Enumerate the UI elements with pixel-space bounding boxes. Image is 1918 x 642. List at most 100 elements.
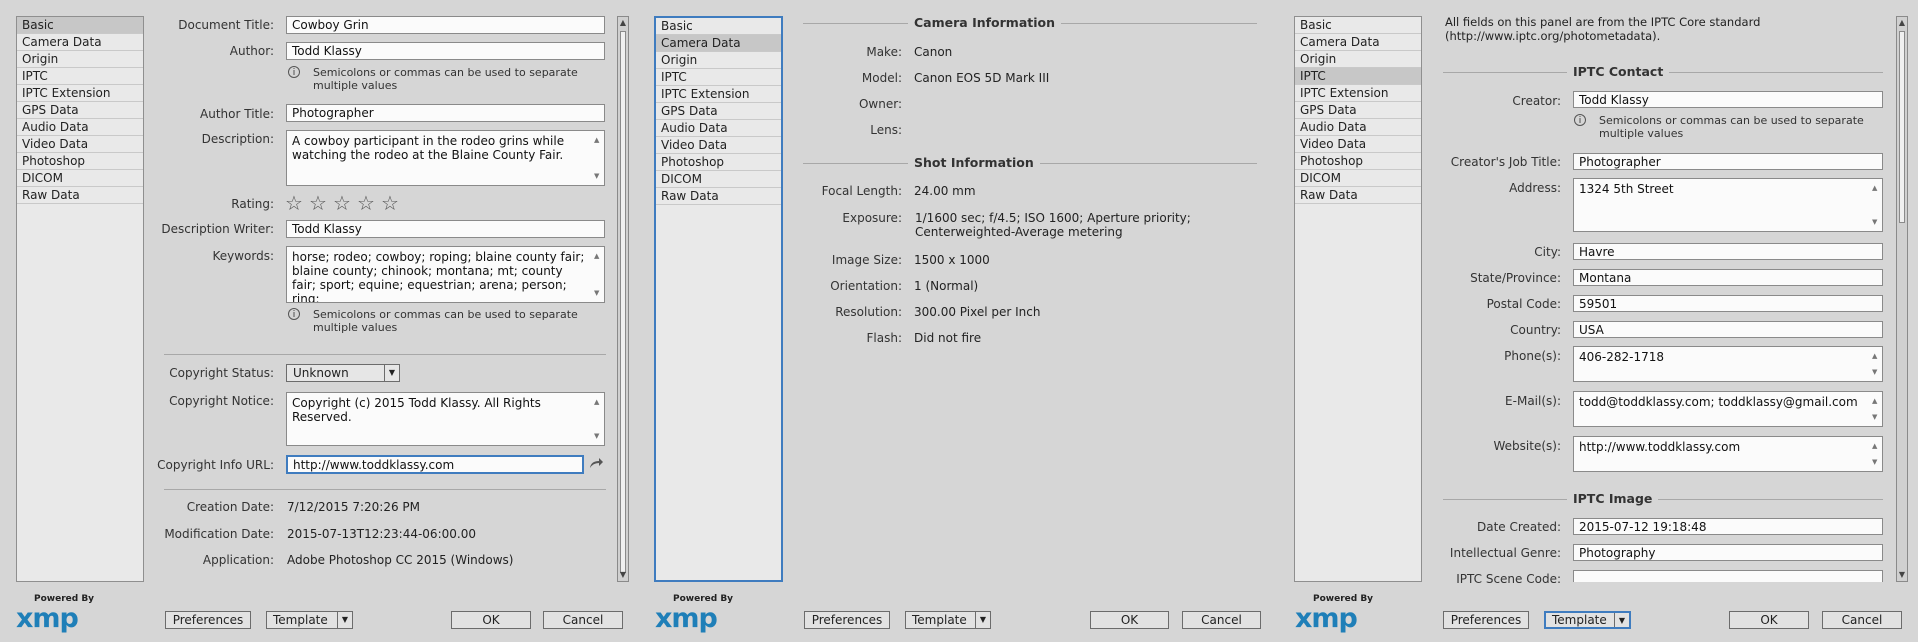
- nav-item-audio-data[interactable]: Audio Data: [17, 119, 143, 136]
- nav-item-dicom[interactable]: DICOM: [1295, 170, 1421, 187]
- ok-button[interactable]: OK: [1729, 611, 1809, 629]
- keywords-label: Keywords:: [212, 249, 274, 263]
- country-field[interactable]: USA: [1573, 321, 1883, 338]
- copyright-status-label: Copyright Status:: [169, 366, 274, 380]
- scroll-up-icon[interactable]: ▲: [1897, 17, 1907, 29]
- creator-field[interactable]: Todd Klassy: [1573, 91, 1883, 108]
- city-field[interactable]: Havre: [1573, 243, 1883, 260]
- date-created-field[interactable]: 2015-07-12 19:18:48: [1573, 518, 1883, 535]
- copyright-notice-scrollbar[interactable]: ▲ ▼: [590, 393, 604, 445]
- nav-item-camera-data[interactable]: Camera Data: [656, 35, 781, 52]
- ok-button[interactable]: OK: [1090, 611, 1169, 629]
- address-field[interactable]: 1324 5th Street ▲ ▼: [1573, 178, 1883, 232]
- preferences-button[interactable]: Preferences: [804, 611, 890, 629]
- nav-item-iptc[interactable]: IPTC: [656, 69, 781, 86]
- copyright-url-field[interactable]: http://www.toddklassy.com: [286, 455, 584, 474]
- website-field[interactable]: http://www.toddklassy.com ▲ ▼: [1573, 436, 1883, 472]
- creation-date-value: 7/12/2015 7:20:26 PM: [287, 500, 421, 514]
- nav-item-gps-data[interactable]: GPS Data: [656, 103, 781, 120]
- scroll-thumb[interactable]: [1899, 31, 1905, 223]
- nav-item-audio-data[interactable]: Audio Data: [656, 120, 781, 137]
- rating-stars[interactable]: ☆ ☆ ☆ ☆ ☆: [285, 193, 405, 215]
- document-title-field[interactable]: Cowboy Grin: [286, 16, 605, 34]
- preferences-button[interactable]: Preferences: [165, 611, 251, 629]
- panel-scrollbar-3[interactable]: ▲ ▼: [1896, 16, 1908, 582]
- nav-item-video-data[interactable]: Video Data: [1295, 136, 1421, 153]
- scroll-down-icon[interactable]: ▼: [618, 569, 628, 581]
- scroll-thumb[interactable]: [620, 31, 626, 573]
- star-5-icon[interactable]: ☆: [381, 193, 399, 213]
- nav-item-dicom[interactable]: DICOM: [17, 170, 143, 187]
- address-scrollbar[interactable]: ▲ ▼: [1868, 179, 1882, 231]
- template-dropdown[interactable]: Template ▼: [905, 611, 991, 629]
- star-1-icon[interactable]: ☆: [285, 193, 303, 213]
- phone-field[interactable]: 406-282-1718 ▲ ▼: [1573, 346, 1883, 382]
- nav-item-audio-data[interactable]: Audio Data: [1295, 119, 1421, 136]
- star-4-icon[interactable]: ☆: [357, 193, 375, 213]
- nav-item-origin[interactable]: Origin: [1295, 51, 1421, 68]
- nav-item-origin[interactable]: Origin: [656, 52, 781, 69]
- keywords-field[interactable]: horse; rodeo; cowboy; roping; blaine cou…: [286, 246, 605, 303]
- preferences-button[interactable]: Preferences: [1443, 611, 1529, 629]
- description-field[interactable]: A cowboy participant in the rodeo grins …: [286, 130, 605, 186]
- nav-item-camera-data[interactable]: Camera Data: [1295, 34, 1421, 51]
- nav-item-video-data[interactable]: Video Data: [656, 137, 781, 154]
- nav-item-gps-data[interactable]: GPS Data: [17, 102, 143, 119]
- copyright-status-dropdown[interactable]: Unknown ▼: [286, 364, 400, 382]
- nav-item-video-data[interactable]: Video Data: [17, 136, 143, 153]
- divider: [164, 489, 606, 490]
- category-list-3: Basic Camera Data Origin IPTC IPTC Exten…: [1294, 16, 1422, 582]
- nav-item-iptc-extension[interactable]: IPTC Extension: [1295, 85, 1421, 102]
- nav-item-raw-data[interactable]: Raw Data: [1295, 187, 1421, 204]
- cancel-button[interactable]: Cancel: [1182, 611, 1261, 629]
- email-field[interactable]: todd@toddklassy.com; toddklassy@gmail.co…: [1573, 391, 1883, 427]
- category-list-1: Basic Camera Data Origin IPTC IPTC Exten…: [16, 16, 144, 582]
- description-scrollbar[interactable]: ▲ ▼: [590, 131, 604, 185]
- author-field[interactable]: Todd Klassy: [286, 42, 605, 60]
- copyright-notice-field[interactable]: Copyright (c) 2015 Todd Klassy. All Righ…: [286, 392, 605, 446]
- star-3-icon[interactable]: ☆: [333, 193, 351, 213]
- nav-item-photoshop[interactable]: Photoshop: [17, 153, 143, 170]
- scene-code-field[interactable]: [1573, 570, 1883, 582]
- email-scrollbar[interactable]: ▲ ▼: [1868, 392, 1882, 426]
- keywords-scrollbar[interactable]: ▲ ▼: [590, 247, 604, 302]
- template-dropdown[interactable]: Template ▼: [1544, 611, 1631, 629]
- intellectual-genre-field[interactable]: Photography: [1573, 544, 1883, 561]
- description-writer-label: Description Writer:: [161, 222, 274, 236]
- job-title-field[interactable]: Photographer: [1573, 153, 1883, 170]
- scroll-down-icon[interactable]: ▼: [1897, 569, 1907, 581]
- nav-item-iptc-extension[interactable]: IPTC Extension: [17, 85, 143, 102]
- nav-item-origin[interactable]: Origin: [17, 51, 143, 68]
- nav-item-basic[interactable]: Basic: [656, 18, 781, 35]
- author-label: Author:: [229, 44, 274, 58]
- scroll-up-icon[interactable]: ▲: [618, 17, 628, 29]
- website-scrollbar[interactable]: ▲ ▼: [1868, 437, 1882, 471]
- author-title-field[interactable]: Photographer: [286, 104, 605, 122]
- postal-code-field[interactable]: 59501: [1573, 295, 1883, 312]
- ok-button[interactable]: OK: [451, 611, 531, 629]
- exposure-value-line2: Centerweighted-Average metering: [915, 225, 1123, 239]
- nav-item-basic[interactable]: Basic: [1295, 17, 1421, 34]
- state-field[interactable]: Montana: [1573, 269, 1883, 286]
- go-to-url-icon[interactable]: [588, 456, 604, 470]
- phone-scrollbar[interactable]: ▲ ▼: [1868, 347, 1882, 381]
- nav-item-raw-data[interactable]: Raw Data: [656, 188, 781, 205]
- nav-item-camera-data[interactable]: Camera Data: [17, 34, 143, 51]
- nav-item-dicom[interactable]: DICOM: [656, 171, 781, 188]
- nav-item-basic[interactable]: Basic: [17, 17, 143, 34]
- nav-item-photoshop[interactable]: Photoshop: [656, 154, 781, 171]
- nav-item-gps-data[interactable]: GPS Data: [1295, 102, 1421, 119]
- star-2-icon[interactable]: ☆: [309, 193, 327, 213]
- template-dropdown[interactable]: Template ▼: [266, 611, 353, 629]
- cancel-button[interactable]: Cancel: [543, 611, 623, 629]
- nav-item-iptc[interactable]: IPTC: [1295, 68, 1421, 85]
- cancel-button[interactable]: Cancel: [1822, 611, 1902, 629]
- description-writer-field[interactable]: Todd Klassy: [286, 220, 605, 238]
- nav-item-iptc-extension[interactable]: IPTC Extension: [656, 86, 781, 103]
- panel-scrollbar-1[interactable]: ▲ ▼: [617, 16, 629, 582]
- chevron-down-icon: ▼: [1614, 613, 1629, 627]
- nav-item-iptc[interactable]: IPTC: [17, 68, 143, 85]
- nav-item-photoshop[interactable]: Photoshop: [1295, 153, 1421, 170]
- nav-item-raw-data[interactable]: Raw Data: [17, 187, 143, 204]
- state-label: State/Province:: [1470, 271, 1561, 285]
